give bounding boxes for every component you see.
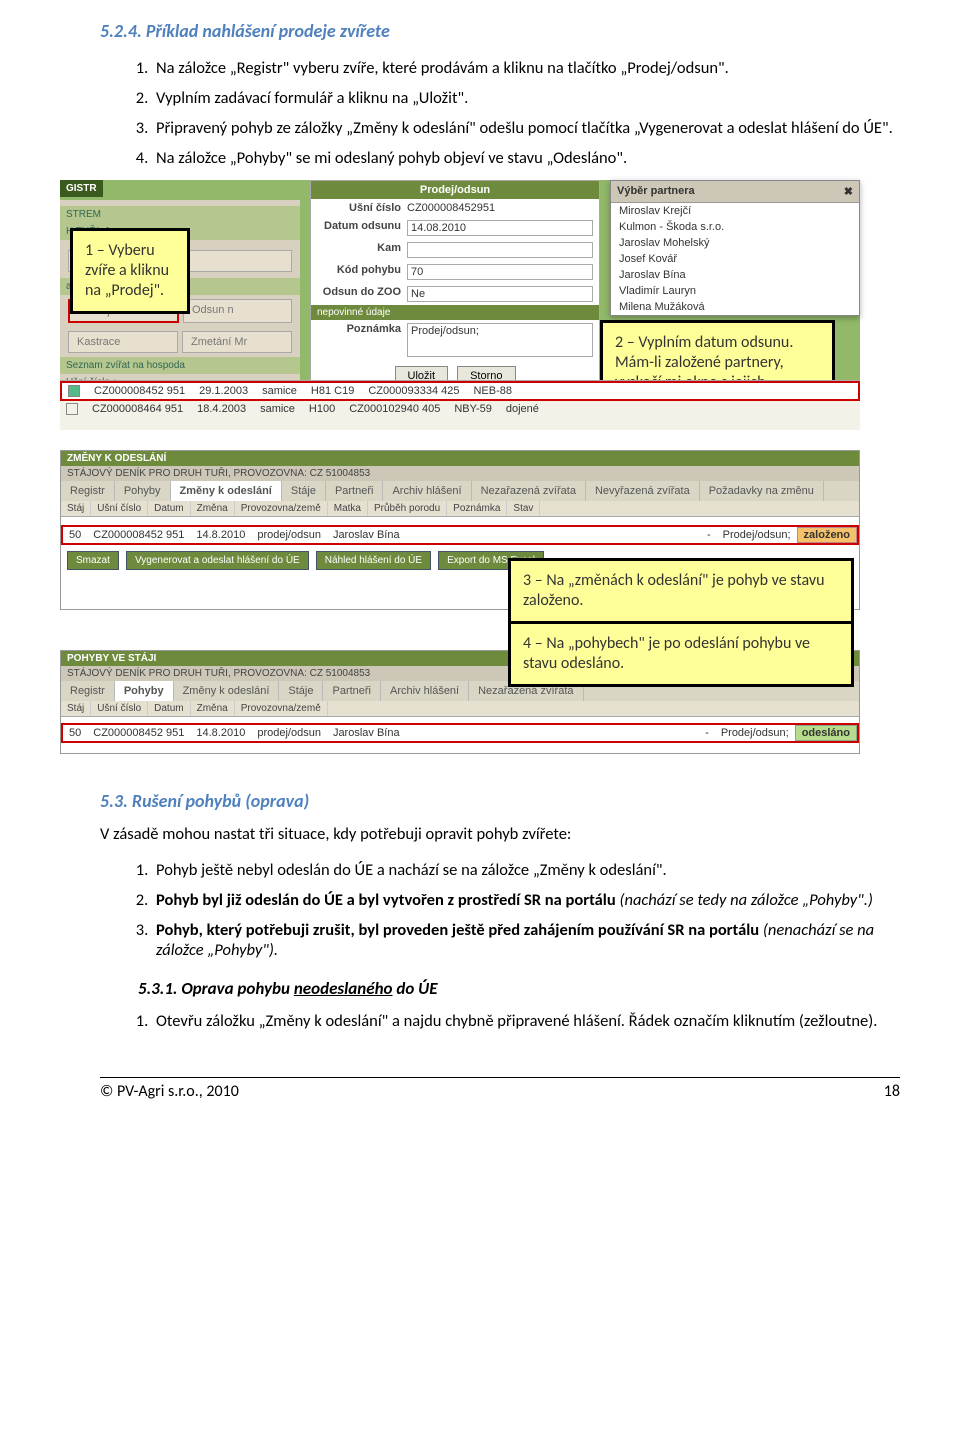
p2-subtitle: STÁJOVÝ DENÍK PRO DRUH TUŘI, PROVOZOVNA:… bbox=[61, 466, 859, 481]
datum-odsunu-input[interactable]: 14.08.2010 bbox=[407, 220, 593, 236]
tab-pohyby[interactable]: Pohyby bbox=[115, 681, 174, 701]
partner-popup-title: Výběr partnera bbox=[617, 185, 695, 198]
panel1-grid: CZ000008452 95129.1.2003samiceH81 C19CZ0… bbox=[60, 380, 860, 430]
seznam-bar: Seznam zvířat na hospoda bbox=[60, 357, 300, 374]
page-footer: © PV-Agri s.r.o., 2010 18 bbox=[100, 1077, 900, 1101]
prodej-odsun-form: Prodej/odsun Ušní čísloCZ000008452951 Da… bbox=[310, 180, 600, 410]
heading-524: 5.2.4. Příklad nahlášení prodeje zvířete bbox=[100, 20, 900, 42]
kam-label: Kam bbox=[317, 242, 407, 258]
tab-zmeny[interactable]: Změny k odeslání bbox=[174, 681, 280, 701]
partner-item[interactable]: Milena Mužáková bbox=[611, 299, 859, 315]
step-4: Na záložce „Pohyby" se mi odeslaný pohyb… bbox=[152, 148, 900, 168]
nepovinne-udaje-bar: nepovinné údaje bbox=[311, 305, 599, 320]
p3-data-row[interactable]: 50CZ000008452 95114.8.2010prodej/odsunJa… bbox=[61, 723, 859, 743]
kastrace-button[interactable]: Kastrace bbox=[68, 331, 178, 353]
annotation-1: 1 – Vyberu zvíře a kliknu na „Prodej". bbox=[70, 228, 190, 314]
tab-pozadavky[interactable]: Požadavky na změnu bbox=[700, 481, 824, 501]
zmetani-button[interactable]: Zmetání Mr bbox=[182, 331, 292, 353]
heading-531: 5.3.1. Oprava pohybu neodeslaného do ÚE bbox=[138, 978, 900, 999]
poznamka-label: Poznámka bbox=[317, 323, 407, 357]
kod-pohybu-label: Kód pohybu bbox=[317, 264, 407, 280]
grid-row-selected[interactable]: CZ000008452 95129.1.2003samiceH81 C19CZ0… bbox=[60, 381, 860, 401]
poznamka-input[interactable]: Prodej/odsun; bbox=[407, 323, 593, 357]
checkbox-icon[interactable] bbox=[66, 403, 78, 415]
list-53: Pohyb ještě nebyl odeslán do ÚE a nacház… bbox=[100, 860, 900, 960]
tab-pohyby[interactable]: Pohyby bbox=[115, 481, 171, 501]
smazat-button[interactable]: Smazat bbox=[67, 551, 119, 570]
p2-thead: StájUšní čísloDatumZměnaProvozovna/zeměM… bbox=[61, 501, 859, 517]
panel-prodej-odsun: GISTR STREM H TUŘI, A Změny adné naro Pr… bbox=[60, 180, 860, 430]
close-icon[interactable]: ✖ bbox=[844, 185, 853, 198]
panel1-header: GISTR bbox=[60, 180, 103, 197]
vyber-partnera-popup: Výběr partnera ✖ Miroslav Krejčí Kulmon … bbox=[610, 180, 860, 316]
checkbox-icon[interactable] bbox=[68, 385, 80, 397]
annotation-3: 3 – Na „změnách k odeslání" je pohyb ve … bbox=[508, 558, 854, 624]
tab-staje[interactable]: Stáje bbox=[282, 481, 326, 501]
p3-thead: StájUšní čísloDatumZměnaProvozovna/země bbox=[61, 701, 859, 717]
kod-pohybu-input[interactable]: 70 bbox=[407, 264, 593, 280]
side-bar1: STREM bbox=[60, 206, 300, 223]
heading-53: 5.3. Rušení pohybů (oprava) bbox=[100, 790, 900, 812]
annotation-4: 4 – Na „pohybech" je po odeslání pohybu … bbox=[508, 624, 854, 687]
partner-item[interactable]: Vladimír Lauryn bbox=[611, 283, 859, 299]
para-53-intro: V zásadě mohou nastat tři situace, kdy p… bbox=[100, 824, 900, 844]
tab-partneri[interactable]: Partneři bbox=[326, 481, 384, 501]
odsun-button[interactable]: Odsun n bbox=[183, 299, 292, 323]
step-2: Vyplním zadávací formulář a kliknu na „U… bbox=[152, 88, 900, 108]
tab-archiv[interactable]: Archiv hlášení bbox=[381, 681, 469, 701]
kam-input[interactable] bbox=[407, 242, 593, 258]
partner-item[interactable]: Jaroslav Bína bbox=[611, 267, 859, 283]
p2-tabs: Registr Pohyby Změny k odeslání Stáje Pa… bbox=[61, 481, 859, 501]
list-531: Otevřu záložku „Změny k odeslání" a najd… bbox=[100, 1011, 900, 1031]
p2-data-row[interactable]: 50CZ000008452 95114.8.2010prodej/odsunJa… bbox=[61, 525, 859, 545]
partner-item[interactable]: Josef Kovář bbox=[611, 251, 859, 267]
grid-row[interactable]: CZ000008464 95118.4.2003samiceH100CZ0001… bbox=[60, 401, 860, 417]
item-53-2: Pohyb byl již odeslán do ÚE a byl vytvoř… bbox=[152, 890, 900, 910]
partner-item[interactable]: Kulmon - Škoda s.r.o. bbox=[611, 219, 859, 235]
item-531-1: Otevřu záložku „Změny k odeslání" a najd… bbox=[152, 1011, 900, 1031]
tab-zmeny-k-odeslani[interactable]: Změny k odeslání bbox=[171, 481, 282, 501]
tab-nevyrazena[interactable]: Nevyřazená zvířata bbox=[586, 481, 700, 501]
page-number: 18 bbox=[884, 1082, 900, 1101]
tab-staje[interactable]: Stáje bbox=[279, 681, 323, 701]
item-53-3: Pohyb, který potřebuji zrušit, byl prove… bbox=[152, 920, 900, 960]
vygenerovat-button[interactable]: Vygenerovat a odeslat hlášení do ÚE bbox=[126, 551, 309, 570]
p2-title: ZMĚNY K ODESLÁNÍ bbox=[61, 451, 859, 466]
form-title: Prodej/odsun bbox=[311, 181, 599, 199]
partner-item[interactable]: Miroslav Krejčí bbox=[611, 203, 859, 219]
datum-odsunu-label: Datum odsunu bbox=[317, 220, 407, 236]
zoo-label: Odsun do ZOO bbox=[317, 286, 407, 302]
tab-registr[interactable]: Registr bbox=[61, 481, 115, 501]
item-53-1: Pohyb ještě nebyl odeslán do ÚE a nacház… bbox=[152, 860, 900, 880]
partner-item[interactable]: Jaroslav Mohelský bbox=[611, 235, 859, 251]
nahled-button[interactable]: Náhled hlášení do ÚE bbox=[316, 551, 431, 570]
screenshot-composite: GISTR STREM H TUŘI, A Změny adné naro Pr… bbox=[60, 180, 860, 760]
step-1: Na záložce „Registr" vyberu zvíře, které… bbox=[152, 58, 900, 78]
status-badge-odeslano: odesláno bbox=[795, 725, 857, 741]
usni-cislo-label: Ušní číslo bbox=[317, 202, 407, 214]
footer-copyright: © PV-Agri s.r.o., 2010 bbox=[100, 1082, 239, 1101]
step-3: Připravený pohyb ze záložky „Změny k ode… bbox=[152, 118, 900, 138]
steps-524-list: Na záložce „Registr" vyberu zvíře, které… bbox=[100, 58, 900, 168]
status-badge-zalozeno: založeno bbox=[797, 527, 857, 543]
zoo-select[interactable]: Ne bbox=[407, 286, 593, 302]
tab-registr[interactable]: Registr bbox=[61, 681, 115, 701]
usni-cislo-value: CZ000008452951 bbox=[407, 202, 495, 214]
tab-partneri[interactable]: Partneři bbox=[323, 681, 381, 701]
tab-nezarazena[interactable]: Nezařazená zvířata bbox=[472, 481, 586, 501]
tab-archiv[interactable]: Archiv hlášení bbox=[383, 481, 471, 501]
